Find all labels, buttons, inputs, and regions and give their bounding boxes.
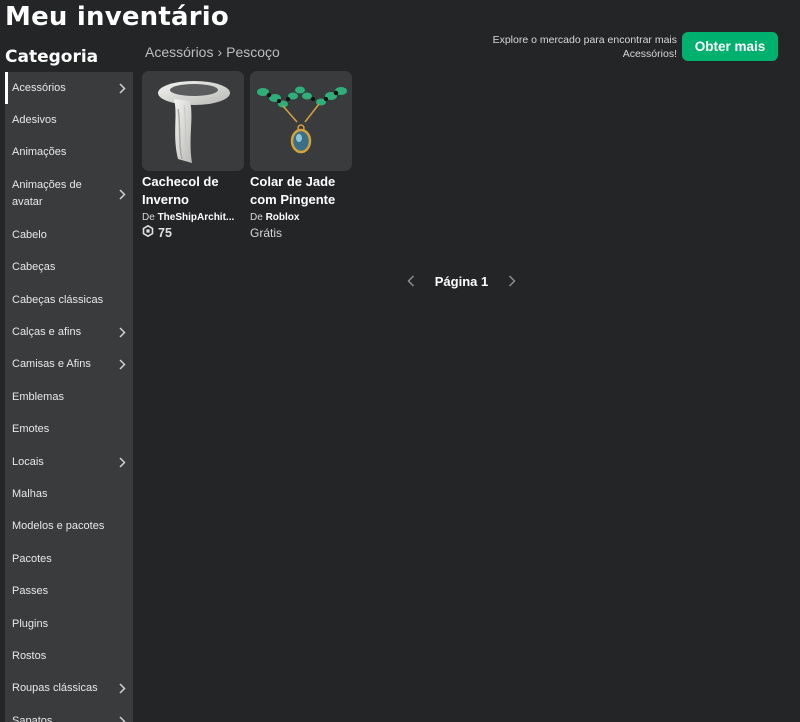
sidebar-item-locais[interactable]: Locais — [5, 446, 133, 478]
item-card[interactable]: Colar de Jade com Pingente De Roblox Grá… — [250, 71, 352, 241]
item-thumbnail[interactable] — [250, 71, 352, 171]
sidebar-item-label: Locais — [12, 455, 44, 468]
sidebar-item-label: Rostos — [12, 649, 47, 662]
jade-necklace-image — [257, 86, 347, 154]
breadcrumb-separator: › — [217, 44, 223, 60]
category-sidebar: Acessórios Adesivos Animações Animações … — [5, 72, 133, 722]
sidebar-item-plugins[interactable]: Plugins — [5, 608, 133, 640]
sidebar-item-adesivos[interactable]: Adesivos — [5, 104, 133, 136]
creator-link[interactable]: Roblox — [266, 212, 300, 223]
promo-text: Explore o mercado para encontrar mais Ac… — [492, 34, 677, 60]
chevron-right-icon — [117, 456, 127, 468]
sidebar-item-rostos[interactable]: Rostos — [5, 640, 133, 672]
sidebar-item-label: Sapatos — [12, 714, 53, 722]
sidebar-item-label: Modelos e pacotes — [12, 520, 105, 533]
robux-icon — [142, 224, 154, 241]
breadcrumb-parent[interactable]: Acessórios — [145, 44, 213, 60]
sidebar-item-label: Camisas e Afins — [12, 358, 91, 371]
sidebar-item-label: Passes — [12, 585, 49, 598]
sidebar-item-label: Cabeças — [12, 261, 56, 274]
chevron-right-icon — [117, 715, 127, 722]
chevron-right-icon — [117, 359, 127, 371]
category-heading: Categoria — [5, 47, 99, 67]
sidebar-item-emotes[interactable]: Emotes — [5, 414, 133, 446]
sidebar-item-label: Calças e afins — [12, 326, 82, 339]
sidebar-item-calcas[interactable]: Calças e afins — [5, 316, 133, 348]
sidebar-item-label: Animações de avatar — [12, 179, 82, 209]
scarf-image — [158, 81, 230, 163]
sidebar-item-pacotes[interactable]: Pacotes — [5, 543, 133, 575]
sidebar-item-label: Plugins — [12, 617, 49, 630]
page-label: Página 1 — [434, 273, 489, 289]
item-price: Grátis — [250, 226, 283, 240]
breadcrumb: Acessórios › Pescoço — [145, 44, 280, 60]
sidebar-item-cabecas-classicas[interactable]: Cabeças clássicas — [5, 284, 133, 316]
sidebar-item-label: Emblemas — [12, 390, 64, 403]
item-thumbnail[interactable] — [142, 71, 244, 171]
sidebar-item-sapatos[interactable]: Sapatos — [5, 705, 133, 722]
page-title: Meu inventário — [5, 2, 229, 32]
sidebar-item-label: Emotes — [12, 423, 50, 436]
sidebar-item-label: Cabeças clássicas — [12, 293, 104, 306]
chevron-left-icon[interactable] — [404, 274, 418, 288]
sidebar-item-malhas[interactable]: Malhas — [5, 478, 133, 510]
sidebar-item-label: Malhas — [12, 487, 48, 500]
sidebar-item-animacoes-de-avatar[interactable]: Animações de avatar — [5, 169, 133, 219]
item-card[interactable]: Cachecol de Inverno De TheShipArchit... … — [142, 71, 244, 241]
item-name[interactable]: Cachecol de Inverno — [142, 173, 244, 209]
chevron-right-icon — [117, 188, 127, 200]
chevron-right-icon — [117, 683, 127, 695]
item-price: 75 — [142, 224, 244, 241]
item-name[interactable]: Colar de Jade com Pingente — [250, 173, 352, 209]
item-creator: De Roblox — [250, 212, 300, 223]
chevron-right-icon — [117, 82, 127, 94]
sidebar-item-label: Roupas clássicas — [12, 682, 98, 695]
chevron-right-icon — [117, 327, 127, 339]
sidebar-item-label: Animações — [12, 146, 67, 159]
sidebar-item-passes[interactable]: Passes — [5, 575, 133, 607]
breadcrumb-current: Pescoço — [226, 44, 280, 60]
chevron-right-icon[interactable] — [505, 274, 519, 288]
sidebar-item-label: Cabelo — [12, 228, 47, 241]
sidebar-item-camisas[interactable]: Camisas e Afins — [5, 349, 133, 381]
sidebar-item-label: Acessórios — [12, 81, 66, 94]
get-more-button[interactable]: Obter mais — [682, 32, 778, 61]
sidebar-item-emblemas[interactable]: Emblemas — [5, 381, 133, 413]
sidebar-item-modelos-e-pacotes[interactable]: Modelos e pacotes — [5, 511, 133, 543]
item-creator: De TheShipArchit... — [142, 212, 235, 223]
sidebar-item-label: Adesivos — [12, 114, 57, 127]
sidebar-item-acessorios[interactable]: Acessórios — [5, 72, 133, 105]
sidebar-item-roupas-classicas[interactable]: Roupas clássicas — [5, 673, 133, 705]
pagination: Página 1 — [404, 271, 519, 291]
sidebar-item-animacoes[interactable]: Animações — [5, 137, 133, 169]
sidebar-item-cabelo[interactable]: Cabelo — [5, 219, 133, 251]
sidebar-item-cabecas[interactable]: Cabeças — [5, 252, 133, 284]
creator-link[interactable]: TheShipArchit... — [158, 212, 235, 223]
sidebar-item-label: Pacotes — [12, 552, 52, 565]
